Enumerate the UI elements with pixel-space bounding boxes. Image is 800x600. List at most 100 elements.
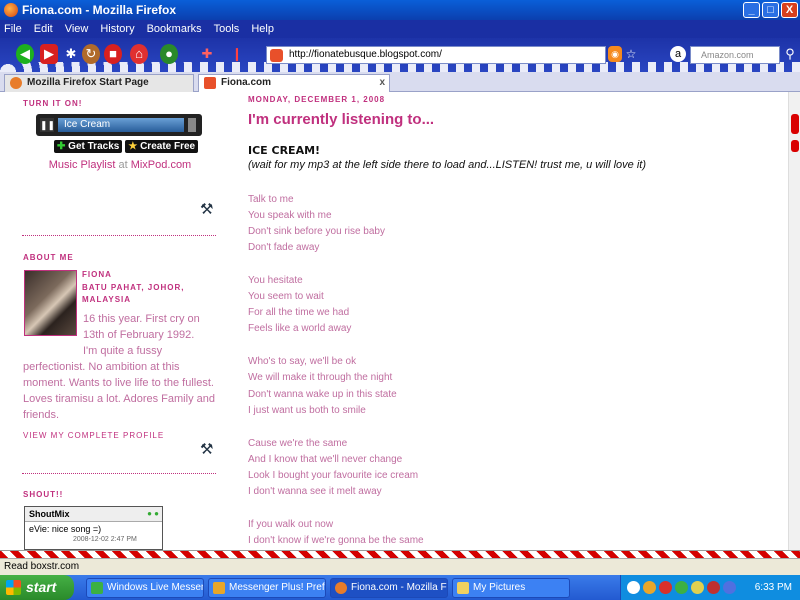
- reload-icon[interactable]: ↻: [82, 44, 100, 64]
- profile-location: BATU PAHAT, JOHOR, MALAYSIA: [82, 283, 185, 304]
- about-line: I'm quite a fussy: [83, 345, 163, 357]
- menu-tools[interactable]: Tools: [214, 23, 240, 35]
- system-tray: 6:33 PM: [620, 575, 800, 600]
- playlist-site: MixPod.com: [130, 159, 192, 171]
- about-me-heading: ABOUT ME: [23, 253, 74, 262]
- create-free-button[interactable]: ★ Create Free: [125, 140, 199, 153]
- shout-heading: SHOUT!!: [23, 490, 64, 499]
- task-messenger-plus[interactable]: Messenger Plus! Pref...: [208, 578, 326, 598]
- tray-icon[interactable]: [691, 581, 704, 594]
- task-my-pictures[interactable]: My Pictures: [452, 578, 570, 598]
- profile-name[interactable]: FIONA: [82, 270, 112, 279]
- task-label: Fiona.com - Mozilla Fi...: [351, 582, 448, 593]
- lyric-line: You seem to wait: [248, 291, 324, 302]
- tab-firefox-start[interactable]: Mozilla Firefox Start Page: [4, 74, 194, 92]
- folder-icon: [457, 582, 469, 594]
- lyric-line: I just want us both to smile: [248, 405, 366, 416]
- menu-file[interactable]: File: [4, 23, 22, 35]
- tab-bar: Mozilla Firefox Start Page Fiona.com x: [0, 72, 800, 92]
- start-label: start: [26, 579, 57, 595]
- minimize-button[interactable]: _: [743, 2, 760, 18]
- scrollbar-thumb[interactable]: [791, 114, 799, 134]
- post-title[interactable]: I'm currently listening to...: [248, 111, 434, 128]
- candle-icon: ❙: [231, 46, 243, 61]
- edit-tools-icon[interactable]: ⚒: [200, 440, 213, 458]
- tab-label: Fiona.com: [221, 77, 272, 88]
- post-date: MONDAY, DECEMBER 1, 2008: [248, 95, 386, 104]
- about-line: 16 this year. First cry on: [83, 313, 200, 325]
- amazon-icon[interactable]: a: [670, 46, 686, 62]
- song-note: (wait for my mp3 at the left side there …: [248, 159, 646, 171]
- music-playlist-link[interactable]: Music Playlist at MixPod.com: [22, 159, 218, 171]
- shoutbox-title: ShoutMix: [25, 507, 162, 522]
- lyric-line: You speak with me: [248, 210, 332, 221]
- player-track: Ice Cream: [58, 118, 184, 132]
- vertical-scrollbar[interactable]: [788, 92, 800, 550]
- plus-icon: ✚: [57, 141, 66, 152]
- menu-help[interactable]: Help: [251, 23, 274, 35]
- get-tracks-label: Get Tracks: [68, 141, 120, 152]
- lyric-line: You hesitate: [248, 275, 303, 286]
- security-shield-icon[interactable]: [659, 581, 672, 594]
- lyric-line: Feels like a world away: [248, 323, 352, 334]
- lyric-line: I don't wanna see it melt away: [248, 486, 382, 497]
- search-input[interactable]: Amazon.com: [690, 46, 780, 64]
- music-player[interactable]: ❚❚ Ice Cream: [36, 114, 202, 136]
- maximize-button[interactable]: □: [762, 2, 779, 18]
- windows-logo-icon: [6, 580, 21, 595]
- back-icon[interactable]: ◀: [16, 44, 34, 64]
- stop-icon[interactable]: ■: [104, 44, 122, 64]
- scrollbar-thumb-cap[interactable]: [791, 140, 799, 152]
- window-title-bar[interactable]: Fiona.com - Mozilla Firefox _ □ X: [0, 0, 800, 20]
- lyric-line: Who's to say, we'll be ok: [248, 356, 357, 367]
- close-tab-icon[interactable]: x: [379, 75, 385, 91]
- task-label: My Pictures: [473, 582, 526, 593]
- about-text: 16 this year. First cry on 13th of Febru…: [23, 311, 219, 423]
- rss-feed-icon[interactable]: ◉: [608, 46, 622, 62]
- messenger-icon: [91, 582, 103, 594]
- menu-history[interactable]: History: [100, 23, 134, 35]
- get-tracks-button[interactable]: ✚ Get Tracks: [54, 140, 123, 153]
- shoutbox-controls-icon[interactable]: ● ●: [147, 509, 159, 518]
- tray-icon[interactable]: [707, 581, 720, 594]
- lyric-line: Don't sink before you rise baby: [248, 226, 385, 237]
- star-icon: ★: [128, 141, 138, 152]
- edit-tools-icon[interactable]: ⚒: [200, 200, 213, 218]
- task-firefox[interactable]: Fiona.com - Mozilla Fi...: [330, 578, 448, 598]
- task-windows-live-messenger[interactable]: Windows Live Messen...: [86, 578, 204, 598]
- tab-fiona[interactable]: Fiona.com x: [198, 74, 390, 92]
- lyric-line: Don't wanna wake up in this state: [248, 389, 397, 400]
- tray-icon[interactable]: [627, 581, 640, 594]
- menu-view[interactable]: View: [65, 23, 89, 35]
- view-profile-link[interactable]: VIEW MY COMPLETE PROFILE: [23, 431, 164, 440]
- volume-icon[interactable]: [723, 581, 736, 594]
- home-icon[interactable]: ⌂: [130, 44, 148, 64]
- menu-bookmarks[interactable]: Bookmarks: [147, 23, 202, 35]
- ornament-icon: ●: [160, 44, 178, 64]
- firefox-icon: [335, 582, 347, 594]
- tray-icon[interactable]: [643, 581, 656, 594]
- firefox-tab-icon: [10, 77, 22, 89]
- url-bar[interactable]: http://fionatebusque.blogspot.com/: [266, 46, 606, 64]
- menu-edit[interactable]: Edit: [34, 23, 53, 35]
- lyric-line: Cause we're the same: [248, 438, 348, 449]
- lyric-line: If you walk out now: [248, 519, 334, 530]
- pause-icon[interactable]: ❚❚: [40, 118, 55, 132]
- forward-icon[interactable]: ▶: [40, 44, 58, 64]
- sidebar: ❚❚ Ice Cream ✚ Get Tracks ★ Create Free …: [22, 100, 218, 171]
- lyric-line: Don't fade away: [248, 242, 320, 253]
- close-button[interactable]: X: [781, 2, 798, 18]
- lyric-line: I don't know if we're gonna be the same: [248, 535, 424, 546]
- menu-bar: File Edit View History Bookmarks Tools H…: [0, 20, 800, 38]
- volume-slider[interactable]: [188, 118, 196, 132]
- gift-icon: ✚: [201, 46, 213, 61]
- shoutbox[interactable]: ShoutMix ● ● eVie: nice song =) 2008-12-…: [24, 506, 163, 550]
- bookmark-star-icon[interactable]: ☆: [624, 46, 638, 62]
- messenger-tray-icon[interactable]: [675, 581, 688, 594]
- blogger-tab-icon: [204, 77, 216, 89]
- search-icon[interactable]: ⚲: [782, 46, 798, 64]
- start-button[interactable]: start: [0, 575, 74, 600]
- page-content: TURN IT ON! ❚❚ Ice Cream ✚ Get Tracks ★ …: [0, 92, 788, 550]
- sidebar-divider: [22, 473, 216, 474]
- url-text: http://fionatebusque.blogspot.com/: [289, 49, 442, 60]
